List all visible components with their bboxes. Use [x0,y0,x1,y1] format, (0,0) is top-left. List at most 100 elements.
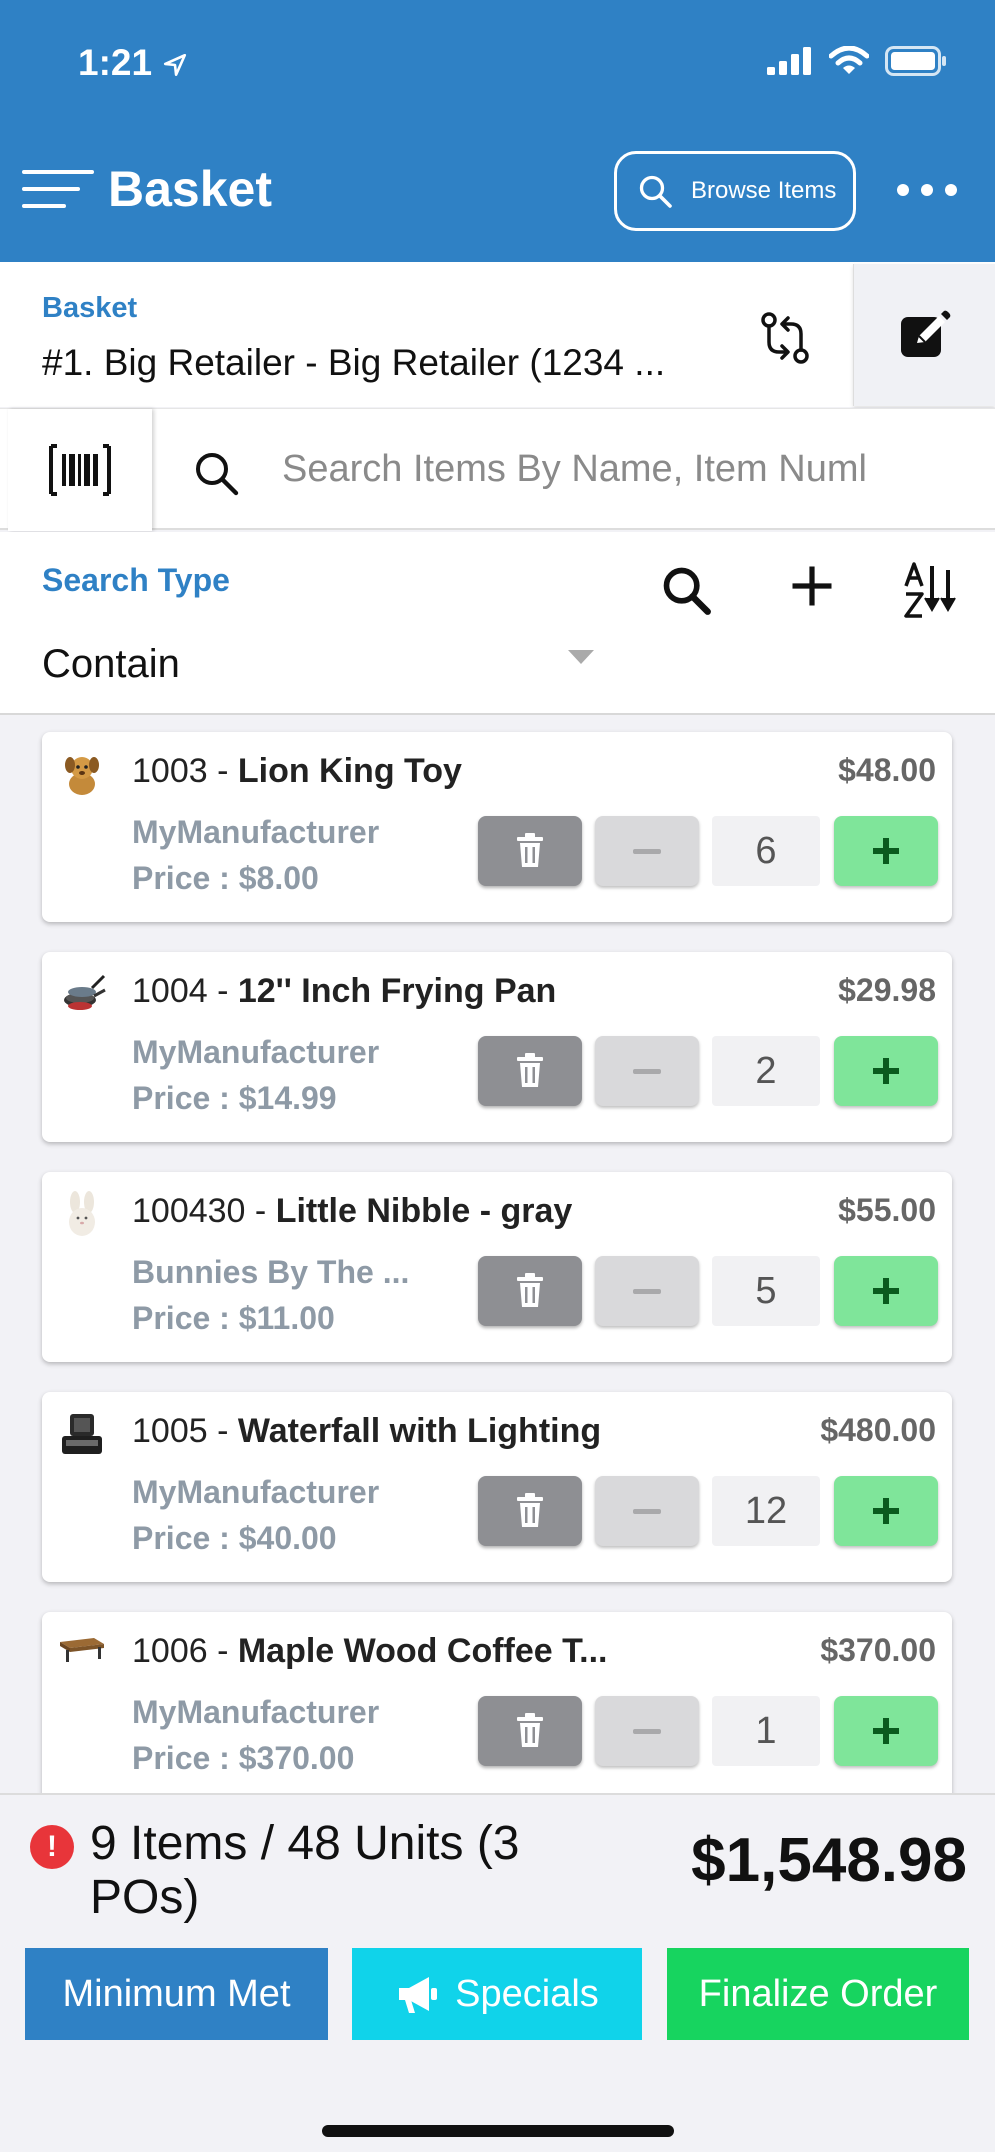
item-title: 100430 - Little Nibble - gray [132,1192,573,1230]
specials-button[interactable]: Specials [352,1948,642,2040]
quantity-field[interactable]: 6 [712,816,820,886]
quantity-field[interactable]: 12 [712,1476,820,1546]
item-price: Price : $8.00 [132,860,319,896]
increase-qty-button[interactable] [834,816,938,886]
page-title: Basket [108,161,272,217]
alert-icon[interactable]: ! [30,1825,74,1869]
search-input[interactable] [282,439,982,499]
item-total: $48.00 [838,752,936,788]
barcode-scan-button[interactable] [8,409,152,531]
plus-icon [873,1058,899,1084]
item-manufacturer: MyManufacturer [132,1694,380,1730]
minus-icon [633,848,661,854]
search-field-icon [192,449,240,502]
list-item[interactable]: 1005 - Waterfall with Lighting $480.00 M… [42,1392,952,1582]
status-time: 1:21 [78,42,188,84]
plus-icon [873,1718,899,1744]
specials-label: Specials [455,1972,599,2015]
list-item[interactable]: 1006 - Maple Wood Coffee T... $370.00 My… [42,1612,952,1793]
plus-icon [873,1278,899,1304]
item-title: 1005 - Waterfall with Lighting [132,1412,602,1450]
decrease-qty-button[interactable] [595,816,699,886]
trash-icon [517,833,543,867]
decrease-qty-button[interactable] [595,1256,699,1326]
minimum-met-button[interactable]: Minimum Met [25,1948,328,2040]
battery-icon [885,46,946,76]
order-footer: ! 9 Items / 48 Units (3 POs) $1,548.98 M… [0,1793,995,2152]
finalize-order-label: Finalize Order [698,1972,938,2015]
search-options: Search Type Contain [0,532,995,715]
list-item[interactable]: 1004 - 12'' Inch Frying Pan $29.98 MyMan… [42,952,952,1142]
menu-icon[interactable] [22,170,94,210]
item-name: Maple Wood Coffee T... [237,1632,608,1670]
delete-item-button[interactable] [478,1036,582,1106]
quantity-field[interactable]: 2 [712,1036,820,1106]
item-name: Waterfall with Lighting [237,1412,602,1450]
item-name: Lion King Toy [237,752,462,790]
order-summary: 9 Items / 48 Units (3 POs) [90,1817,520,1924]
minus-icon [633,1728,661,1734]
basket-selector[interactable]: Basket #1. Big Retailer - Big Retailer (… [0,262,995,407]
trash-icon [517,1273,543,1307]
decrease-qty-button[interactable] [595,1696,699,1766]
quantity-field[interactable]: 1 [712,1696,820,1766]
delete-item-button[interactable] [478,1256,582,1326]
item-manufacturer: MyManufacturer [132,1034,380,1070]
minimum-met-label: Minimum Met [62,1972,291,2015]
search-icon[interactable] [660,564,712,616]
more-options-icon[interactable] [897,184,957,196]
delete-item-button[interactable] [478,1696,582,1766]
barcode-icon [49,444,111,496]
decrease-qty-button[interactable] [595,1036,699,1106]
minus-icon [633,1508,661,1514]
plush-toy-icon [65,757,99,795]
quantity-field[interactable]: 5 [712,1256,820,1326]
item-number: 1004 [132,972,208,1010]
list-item[interactable]: 1003 - Lion King Toy $48.00 MyManufactur… [42,732,952,922]
add-icon[interactable] [786,560,838,612]
search-type-select[interactable]: Contain [42,642,180,687]
sort-az-icon[interactable] [902,560,964,622]
coffee-table-icon [60,1638,104,1662]
increase-qty-button[interactable] [834,1256,938,1326]
edit-basket-button[interactable] [853,264,995,406]
item-price: Price : $40.00 [132,1520,337,1556]
switch-basket-icon[interactable] [755,308,815,368]
increase-qty-button[interactable] [834,1696,938,1766]
bunny-icon [69,1191,95,1236]
status-icons [767,46,947,76]
decrease-qty-button[interactable] [595,1476,699,1546]
signal-icon [767,47,811,75]
item-total: $370.00 [820,1632,936,1668]
item-number: 1006 [132,1632,208,1670]
finalize-order-button[interactable]: Finalize Order [667,1948,969,2040]
wifi-icon [829,46,869,74]
home-indicator[interactable] [322,2125,674,2137]
basket-name[interactable]: #1. Big Retailer - Big Retailer (1234 ..… [42,342,742,384]
item-number: 1003 [132,752,208,790]
list-item[interactable]: 100430 - Little Nibble - gray $55.00 Bun… [42,1172,952,1362]
search-row [0,408,995,531]
item-manufacturer: MyManufacturer [132,814,380,850]
minus-icon [633,1288,661,1294]
item-list[interactable]: 1003 - Lion King Toy $48.00 MyManufactur… [0,718,995,1793]
plus-icon [873,838,899,864]
search-icon [196,453,239,496]
trash-icon [517,1053,543,1087]
increase-qty-button[interactable] [834,1476,938,1546]
fountain-icon [62,1414,102,1454]
status-time-text: 1:21 [78,42,153,83]
item-title: 1006 - Maple Wood Coffee T... [132,1632,608,1670]
browse-items-button[interactable]: Browse Items [614,151,856,231]
item-name: Little Nibble - gray [275,1192,573,1230]
increase-qty-button[interactable] [834,1036,938,1106]
delete-item-button[interactable] [478,1476,582,1546]
item-name: 12'' Inch Frying Pan [237,972,557,1010]
chevron-down-icon[interactable] [568,650,594,664]
basket-label: Basket [42,292,138,324]
item-total: $29.98 [838,972,936,1008]
browse-items-label: Browse Items [691,177,837,204]
delete-item-button[interactable] [478,816,582,886]
grand-total: $1,548.98 [691,1826,967,1895]
item-title: 1004 - 12'' Inch Frying Pan [132,972,557,1010]
